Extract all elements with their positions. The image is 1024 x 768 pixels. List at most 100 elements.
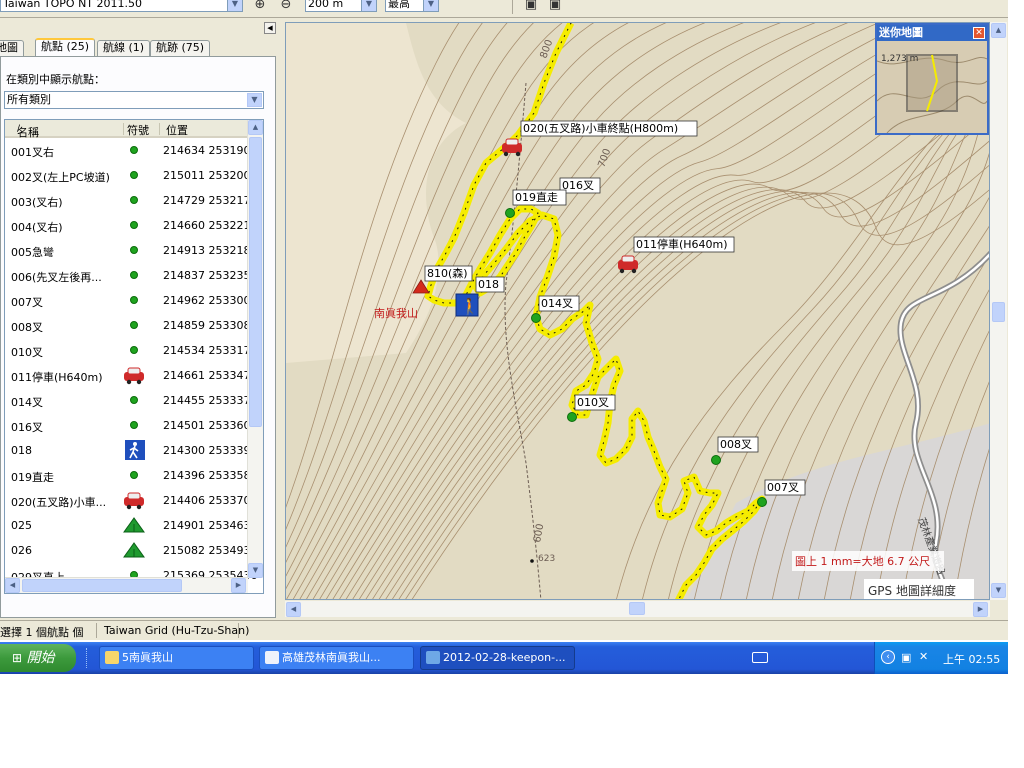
waypoint-marker[interactable] xyxy=(711,455,721,465)
scroll-right-icon[interactable]: ▶ xyxy=(973,602,988,617)
waypoint-marker[interactable] xyxy=(757,497,767,507)
hiker-icon[interactable]: 🚶 xyxy=(455,293,480,317)
car-icon xyxy=(124,492,144,510)
table-row[interactable]: 001叉右 214634 2531908 xyxy=(5,138,257,163)
table-row[interactable]: 014叉 214455 2533370 xyxy=(5,388,257,413)
scroll-up-icon[interactable]: ▲ xyxy=(991,23,1006,38)
scroll-down-icon[interactable]: ▼ xyxy=(248,563,263,578)
waypoint-symbol xyxy=(123,365,145,385)
waypoint-position: 214300 2533395 xyxy=(163,444,258,457)
table-row[interactable]: 003(叉右) 214729 2532172 xyxy=(5,188,257,213)
tray-expand-icon[interactable]: ‹ xyxy=(881,650,895,664)
scroll-thumb[interactable] xyxy=(22,579,182,592)
folder-icon xyxy=(105,651,119,664)
scroll-left-icon[interactable]: ◀ xyxy=(5,578,20,593)
waypoint-symbol xyxy=(123,190,145,210)
zoom-in-icon[interactable]: ⊕ xyxy=(251,0,269,13)
detail-level-select[interactable]: 最高 ▼ xyxy=(385,0,439,12)
scroll-thumb[interactable] xyxy=(629,602,645,615)
table-row[interactable]: 007叉 214962 2533002 xyxy=(5,288,257,313)
receive-from-device-icon[interactable]: ▣ xyxy=(546,0,564,13)
table-row[interactable]: 016叉 214501 2533604 xyxy=(5,413,257,438)
network-icon[interactable]: ▣ xyxy=(901,651,911,664)
mini-map-elevation: 1,273 m xyxy=(881,54,918,64)
scroll-right-icon[interactable]: ▶ xyxy=(231,578,246,593)
taskbar-item-document[interactable]: 高雄茂林南眞我山... xyxy=(259,646,414,670)
table-row[interactable]: 008叉 214859 2533087 xyxy=(5,313,257,338)
waypoint-table: 名稱 ∕ 符號 位置 001叉右 214634 2531908 002叉(左上PC坡… xyxy=(4,119,264,594)
waypoints-tab-body: 在類別中顯示航點： 所有類別 ▼ 名稱 ∕ 符號 位置 001叉右 214634 … xyxy=(0,56,276,618)
map-vertical-scrollbar[interactable]: ▲ ▼ xyxy=(990,22,1007,600)
scroll-down-icon[interactable]: ▼ xyxy=(991,583,1006,598)
column-header-symbol[interactable]: 符號 xyxy=(127,122,149,138)
send-to-device-icon[interactable]: ▣ xyxy=(522,0,540,13)
car-icon xyxy=(124,367,144,385)
close-icon[interactable]: ✕ xyxy=(973,27,985,39)
table-row[interactable]: 004(叉右) 214660 2532214 xyxy=(5,213,257,238)
quick-launch-divider xyxy=(86,648,88,668)
tab-label: 航點 (25) xyxy=(41,40,90,53)
waypoint-symbol xyxy=(123,140,145,160)
map-product-select[interactable]: Taiwan TOPO NT 2011.50 ▼ xyxy=(0,0,243,12)
table-vertical-scrollbar[interactable]: ▲ ▼ xyxy=(247,120,263,578)
map-label-wp020: 020(五叉路)小車終點(H800m) xyxy=(523,121,678,135)
table-row[interactable]: 011停車(H640m) 214661 2533478 xyxy=(5,363,257,388)
waypoint-marker[interactable] xyxy=(505,208,515,218)
spot-height-label: 623 xyxy=(538,554,555,564)
tab-maps[interactable]: 地圖 xyxy=(0,40,24,56)
tab-waypoints[interactable]: 航點 (25) xyxy=(35,38,96,56)
table-row[interactable]: 006(先叉左後再... 214837 2532354 xyxy=(5,263,257,288)
clock[interactable]: 上午 02:55 xyxy=(943,651,1000,667)
scroll-thumb[interactable] xyxy=(249,137,262,427)
category-select[interactable]: 所有類別 ▼ xyxy=(4,91,264,109)
waypoint-symbol xyxy=(123,490,145,510)
table-row[interactable]: 025 214901 2534633 xyxy=(5,513,257,538)
waypoint-position: 214396 2533580 xyxy=(163,469,258,482)
table-horizontal-scrollbar[interactable]: ◀ ▶ xyxy=(5,577,248,593)
status-bar: 選擇 1 個航點 個 Taiwan Grid (Hu-Tzu-Shan) xyxy=(0,620,1008,640)
zoom-out-icon[interactable]: ⊖ xyxy=(277,0,295,13)
zoom-level-select[interactable]: 200 m ▼ xyxy=(305,0,377,12)
waypoint-name: 001叉右 xyxy=(11,146,54,159)
mini-map-panel[interactable]: 迷你地圖 ✕ 1,273 m xyxy=(875,23,989,135)
chevron-down-icon: ▼ xyxy=(361,0,376,11)
scroll-up-icon[interactable]: ▲ xyxy=(248,120,263,135)
waypoint-symbol xyxy=(123,515,145,535)
table-row[interactable]: 019直走 214396 2533580 xyxy=(5,463,257,488)
table-row[interactable]: 005急彎 214913 2532187 xyxy=(5,238,257,263)
collapse-panel-button[interactable]: ◀ xyxy=(264,22,276,34)
table-row[interactable]: 018 214300 2533395 xyxy=(5,438,257,463)
column-separator xyxy=(159,123,160,135)
table-row[interactable]: 020(五叉路)小車... 214406 2533709 xyxy=(5,488,257,513)
grid-status: Taiwan Grid (Hu-Tzu-Shan) xyxy=(104,624,250,637)
tab-routes[interactable]: 航線 (1) xyxy=(97,40,151,56)
scroll-left-icon[interactable]: ◀ xyxy=(286,602,301,617)
column-header-position[interactable]: 位置 xyxy=(166,122,188,138)
column-separator xyxy=(123,123,124,135)
waypoint-marker[interactable] xyxy=(531,313,541,323)
table-row[interactable]: 002叉(左上PC坡道) 215011 2532009 xyxy=(5,163,257,188)
waypoint-symbol xyxy=(123,415,145,435)
waypoint-name: 005急彎 xyxy=(11,246,54,259)
waypoint-position: 214901 2534633 xyxy=(163,519,258,532)
waypoint-position: 214534 2533172 xyxy=(163,344,258,357)
table-row[interactable]: 026 215082 2534936 xyxy=(5,538,257,563)
document-icon xyxy=(265,651,279,664)
status-separator xyxy=(238,623,239,638)
waypoint-marker[interactable] xyxy=(567,412,577,422)
table-row[interactable]: 010叉 214534 2533172 xyxy=(5,338,257,363)
chevron-down-icon: ▼ xyxy=(247,93,262,107)
map-horizontal-scrollbar[interactable]: ◀ ▶ xyxy=(285,601,990,617)
keyboard-icon[interactable] xyxy=(752,652,768,663)
tab-tracks[interactable]: 航跡 (75) xyxy=(150,40,211,56)
start-button[interactable]: ⊞ 開始 xyxy=(0,644,76,672)
task-label: 2012-02-28-keepon-... xyxy=(443,651,566,664)
green-dot-icon xyxy=(130,321,138,329)
taskbar-item-basecamp[interactable]: 2012-02-28-keepon-... xyxy=(420,646,575,670)
sort-icon: ∕ xyxy=(17,124,21,134)
taskbar-item-folder[interactable]: 5南眞我山 xyxy=(99,646,254,670)
scroll-thumb[interactable] xyxy=(992,302,1005,322)
basecamp-window: Taiwan TOPO NT 2011.50 ▼ ⊕ ⊖ 200 m ▼ 最高 … xyxy=(0,0,1008,640)
volume-muted-icon[interactable]: ✕ xyxy=(919,650,928,663)
tent-icon xyxy=(123,542,145,558)
